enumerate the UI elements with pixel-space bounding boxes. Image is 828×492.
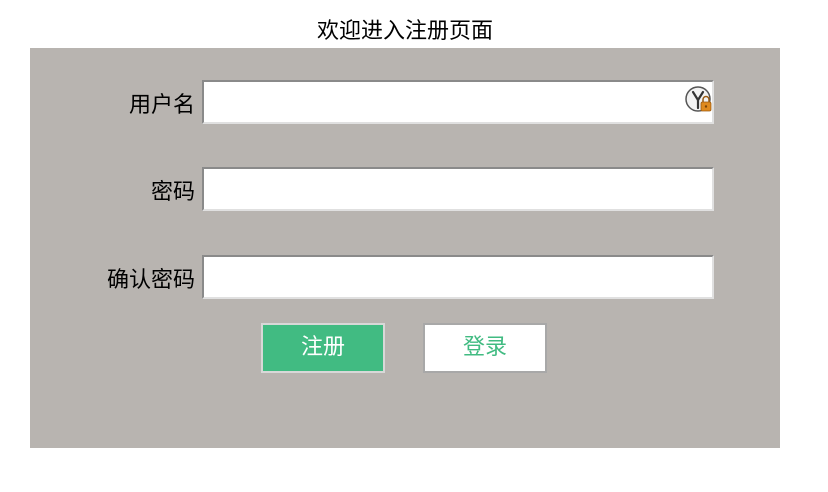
confirm-password-input[interactable] bbox=[202, 255, 714, 299]
password-label: 密码 bbox=[150, 180, 195, 205]
register-button[interactable]: 注册 bbox=[261, 323, 385, 373]
password-manager-key-icon[interactable] bbox=[685, 86, 713, 114]
confirm-password-label: 确认密码 bbox=[106, 268, 195, 293]
password-input[interactable] bbox=[202, 167, 714, 211]
page-title: 欢迎进入注册页面 bbox=[316, 19, 493, 44]
username-input[interactable] bbox=[202, 80, 714, 124]
login-button[interactable]: 登录 bbox=[423, 323, 547, 373]
username-label: 用户名 bbox=[128, 93, 195, 118]
register-form: 用户名 密码 确认密码 注册 登录 bbox=[30, 48, 780, 448]
